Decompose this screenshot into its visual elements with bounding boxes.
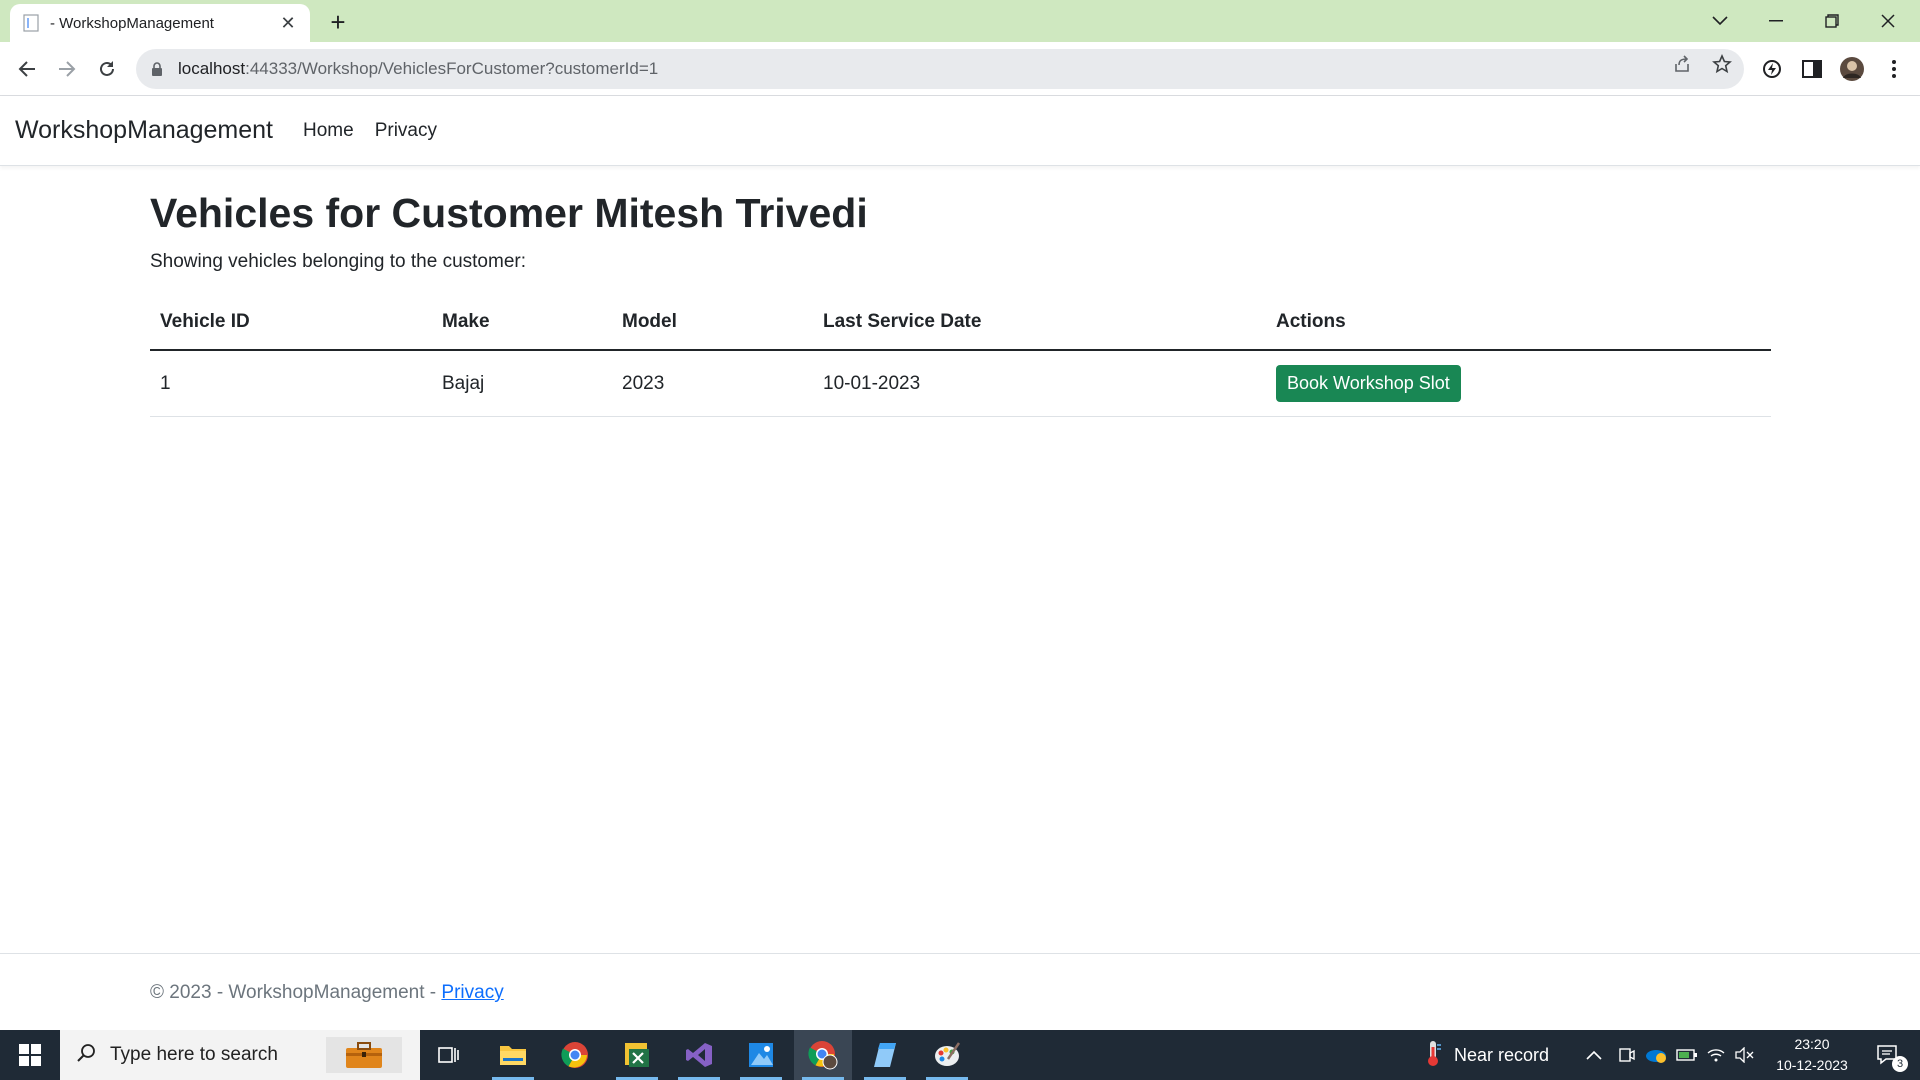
extension-icon[interactable] — [1758, 55, 1786, 83]
paint-icon[interactable] — [918, 1030, 976, 1080]
back-icon[interactable] — [9, 51, 45, 87]
column-header-make: Make — [432, 295, 612, 351]
notification-count-badge: 3 — [1892, 1056, 1908, 1072]
lock-icon[interactable] — [150, 62, 164, 76]
site-navbar: WorkshopManagement Home Privacy — [0, 96, 1920, 166]
restore-icon[interactable] — [1804, 0, 1860, 42]
search-icon — [76, 1043, 96, 1068]
footer-text: © 2023 - WorkshopManagement - Privacy — [150, 982, 504, 1004]
visual-studio-icon[interactable] — [670, 1030, 728, 1080]
tab-search-icon[interactable] — [1692, 0, 1748, 42]
taskbar-clock[interactable]: 23:20 10-12-2023 — [1762, 1034, 1862, 1076]
menu-kebab-icon[interactable] — [1880, 55, 1908, 83]
close-window-icon[interactable] — [1860, 0, 1916, 42]
vehicles-table: Vehicle ID Make Model Last Service Date … — [150, 295, 1771, 417]
cell-make: Bajaj — [432, 350, 612, 417]
battery-icon[interactable] — [1676, 1030, 1698, 1080]
weather-text: Near record — [1454, 1044, 1550, 1065]
browser-toolbar: localhost:44333/Workshop/VehiclesForCust… — [0, 42, 1920, 96]
cell-last-service-date: 10-01-2023 — [813, 350, 1266, 417]
search-placeholder: Type here to search — [110, 1044, 278, 1065]
show-hidden-icons-icon[interactable] — [1586, 1030, 1602, 1080]
table-row: 1 Bajaj 2023 10-01-2023 Book Workshop Sl… — [150, 350, 1771, 417]
image-editor-icon[interactable] — [732, 1030, 790, 1080]
footer-privacy-link[interactable]: Privacy — [441, 982, 503, 1003]
nav-home-link[interactable]: Home — [303, 120, 354, 142]
page-title: Vehicles for Customer Mitesh Trivedi — [150, 190, 868, 236]
taskbar-search-box[interactable]: Type here to search — [60, 1030, 420, 1080]
new-tab-button[interactable]: + — [322, 6, 354, 38]
reload-icon[interactable] — [89, 51, 125, 87]
onedrive-icon[interactable] — [1644, 1030, 1668, 1080]
clock-time: 23:20 — [1794, 1036, 1830, 1052]
browser-tab[interactable]: - WorkshopManagement ✕ — [10, 4, 310, 42]
page-icon — [22, 14, 40, 32]
address-bar[interactable]: localhost:44333/Workshop/VehiclesForCust… — [136, 49, 1744, 89]
site-footer: © 2023 - WorkshopManagement - Privacy — [0, 953, 1920, 1030]
task-view-icon[interactable] — [420, 1030, 478, 1080]
notepad-icon[interactable] — [856, 1030, 914, 1080]
site-brand-link[interactable]: WorkshopManagement — [15, 116, 273, 145]
bookmark-star-icon[interactable] — [1710, 52, 1734, 76]
briefcase-icon[interactable] — [326, 1037, 402, 1073]
file-explorer-icon[interactable] — [484, 1030, 542, 1080]
column-header-model: Model — [612, 295, 813, 351]
thermometer-icon — [1424, 1039, 1442, 1072]
main-content: Vehicles for Customer Mitesh Trivedi Sho… — [150, 190, 1771, 417]
chrome-profile-icon[interactable] — [794, 1030, 852, 1080]
column-header-last-service-date: Last Service Date — [813, 295, 1266, 351]
weather-widget[interactable]: Near record — [1424, 1030, 1549, 1080]
browser-tabstrip: - WorkshopManagement ✕ + — [0, 0, 1920, 42]
cell-model: 2023 — [612, 350, 813, 417]
volume-muted-icon[interactable] — [1734, 1030, 1754, 1080]
windows-start-icon[interactable] — [0, 1030, 60, 1080]
wifi-icon[interactable] — [1706, 1030, 1726, 1080]
profile-avatar-icon[interactable] — [1838, 55, 1866, 83]
book-workshop-slot-button[interactable]: Book Workshop Slot — [1276, 365, 1461, 402]
windows-taskbar: Type here to search Near record 23:20 10… — [0, 1030, 1920, 1080]
clock-date: 10-12-2023 — [1776, 1057, 1848, 1073]
url-text: localhost:44333/Workshop/VehiclesForCust… — [178, 59, 659, 78]
nav-privacy-link[interactable]: Privacy — [375, 120, 437, 142]
excel-like-app-icon[interactable] — [608, 1030, 666, 1080]
table-header-row: Vehicle ID Make Model Last Service Date … — [150, 295, 1771, 351]
page-subtitle: Showing vehicles belonging to the custom… — [150, 251, 527, 272]
side-panel-icon[interactable] — [1798, 55, 1826, 83]
cell-actions: Book Workshop Slot — [1266, 350, 1771, 417]
forward-icon[interactable] — [49, 51, 85, 87]
column-header-vehicle-id: Vehicle ID — [150, 295, 432, 351]
cell-vehicle-id: 1 — [150, 350, 432, 417]
share-icon[interactable] — [1670, 52, 1694, 76]
notification-center-icon[interactable]: 3 — [1868, 1030, 1908, 1080]
footer-copyright: © 2023 - WorkshopManagement - — [150, 982, 442, 1003]
meet-now-icon[interactable] — [1618, 1030, 1636, 1080]
minimize-icon[interactable] — [1748, 0, 1804, 42]
column-header-actions: Actions — [1266, 295, 1771, 351]
close-tab-icon[interactable]: ✕ — [278, 13, 298, 34]
chrome-icon[interactable] — [546, 1030, 604, 1080]
tab-title: - WorkshopManagement — [50, 14, 214, 32]
